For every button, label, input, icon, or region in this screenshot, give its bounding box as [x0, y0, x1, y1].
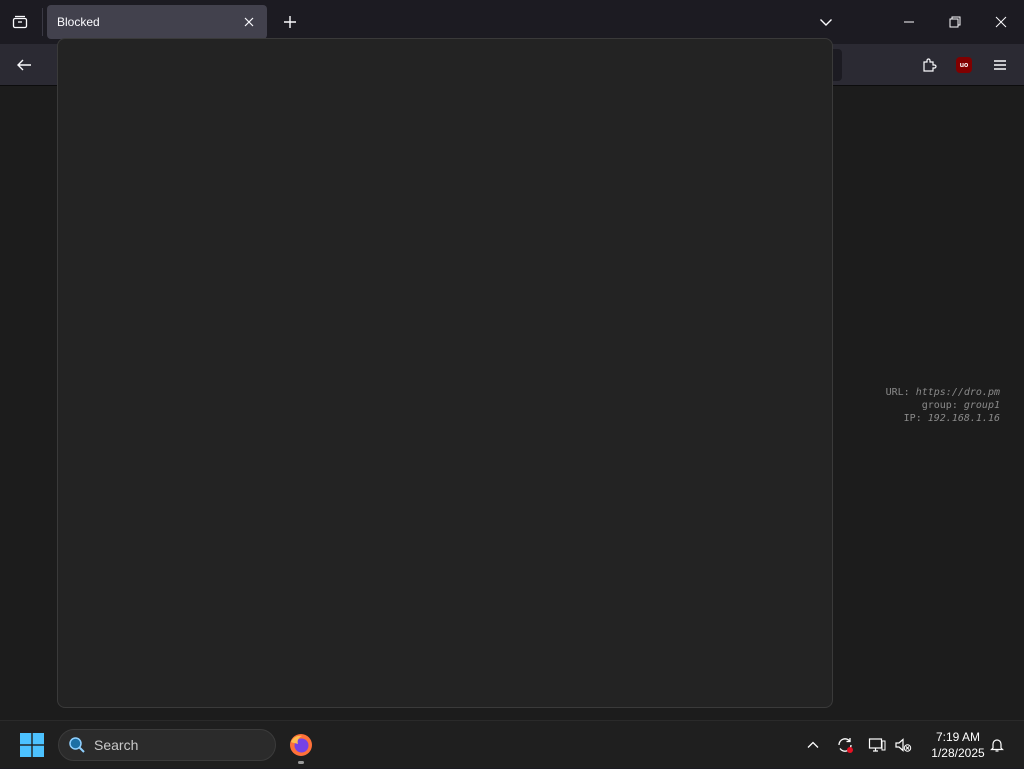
close-window-button[interactable] — [978, 0, 1024, 44]
ublock-origin-button[interactable]: uo — [950, 51, 978, 79]
info-group-row: group: group1 — [886, 399, 1000, 412]
volume-button[interactable] — [890, 721, 916, 769]
extensions-button[interactable] — [915, 51, 943, 79]
show-hidden-icons-button[interactable] — [800, 721, 826, 769]
chevron-up-icon — [807, 741, 819, 748]
plus-icon — [284, 16, 296, 28]
info-ip-value: 192.168.1.16 — [927, 413, 1000, 424]
puzzle-icon — [923, 58, 937, 72]
tab-close-button[interactable] — [241, 14, 257, 30]
volume-muted-icon — [895, 738, 912, 752]
tab-blocked[interactable]: Blocked — [47, 5, 267, 39]
block-info: URL: https://dro.pm group: group1 IP: 19… — [886, 386, 1000, 425]
sync-alert-icon — [838, 738, 853, 753]
ublock-badge-text: uo — [959, 61, 969, 69]
tab-divider — [42, 8, 43, 36]
search-icon — [69, 737, 85, 753]
tab-groups-button[interactable] — [8, 10, 32, 34]
running-indicator — [298, 761, 304, 764]
list-all-tabs-button[interactable] — [814, 10, 838, 34]
hamburger-menu-icon — [994, 60, 1006, 70]
minimize-icon — [904, 21, 914, 23]
app-menu-button[interactable] — [986, 51, 1014, 79]
info-url-value: https://dro.pm — [915, 387, 1000, 398]
start-button[interactable] — [14, 721, 50, 769]
back-button[interactable] — [10, 51, 38, 79]
windows-taskbar: 7:19 AM 1/28/2025 — [0, 720, 1024, 768]
arrow-left-icon — [17, 59, 31, 71]
info-url-row: URL: https://dro.pm — [886, 386, 1000, 399]
sync-status-button[interactable] — [832, 721, 858, 769]
minimize-button[interactable] — [886, 0, 932, 44]
empty-popup-panel — [57, 38, 833, 708]
restore-button[interactable] — [932, 0, 978, 44]
bell-icon — [990, 739, 1004, 752]
tab-title: Blocked — [57, 15, 100, 29]
network-icon — [868, 738, 886, 752]
taskbar-search[interactable] — [58, 729, 276, 761]
firefox-taskbar-button[interactable] — [284, 721, 318, 769]
firefox-icon — [290, 734, 312, 756]
windows-logo-icon — [20, 733, 44, 757]
ublock-shield-icon: uo — [956, 57, 972, 73]
info-group-value: group1 — [963, 400, 1000, 411]
notifications-button[interactable] — [984, 721, 1010, 769]
restore-icon — [949, 16, 961, 28]
info-group-label: group: — [921, 400, 958, 411]
chevron-down-icon — [820, 19, 832, 26]
network-button[interactable] — [864, 721, 890, 769]
new-tab-button[interactable] — [278, 10, 302, 34]
info-url-label: URL: — [885, 387, 910, 398]
close-icon — [244, 17, 254, 27]
info-ip-label: IP: — [903, 413, 922, 424]
search-input[interactable] — [94, 737, 254, 753]
info-ip-row: IP: 192.168.1.16 — [886, 412, 1000, 425]
tab-list-icon — [12, 15, 28, 29]
close-icon — [995, 16, 1007, 28]
